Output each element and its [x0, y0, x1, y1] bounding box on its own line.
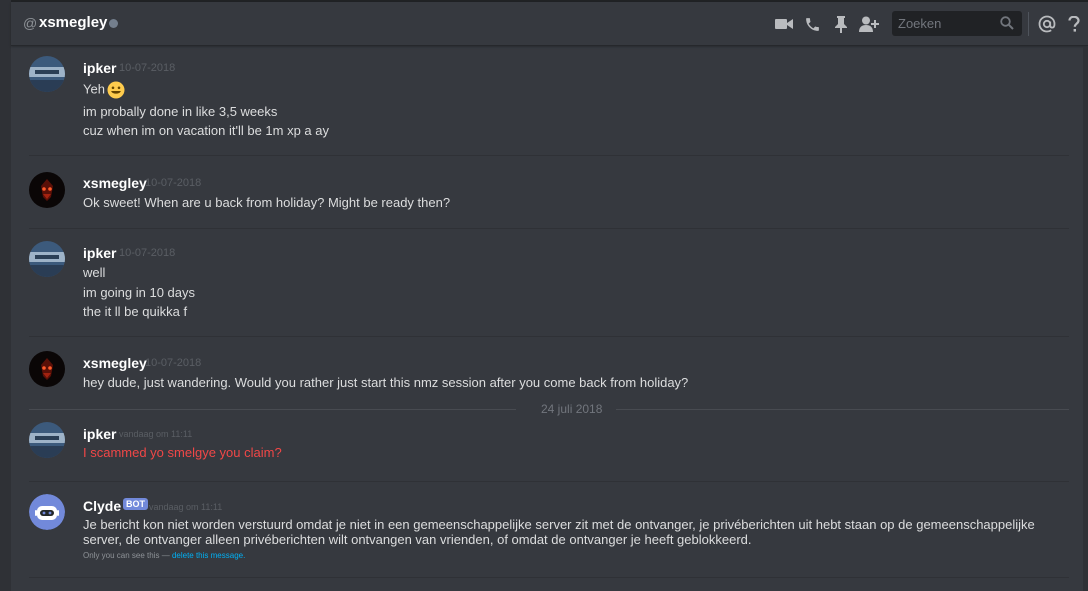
message-text: im probally done in like 3,5 weeks [83, 104, 278, 119]
message-timestamp: 10-07-2018 [145, 357, 202, 369]
message-group: ipker vandaag om 11:11 I scammed yo smel… [11, 417, 1068, 481]
message-author[interactable]: Clyde [83, 498, 121, 514]
add-friend-icon[interactable] [859, 14, 879, 34]
clyde-message-text: Je bericht kon niet worden verstuurd omd… [83, 517, 1035, 547]
clyde-avatar[interactable] [29, 494, 65, 530]
mention-icon[interactable] [1037, 14, 1057, 34]
channel-title: xsmegley [39, 14, 108, 31]
message-group: xsmegley 10-07-2018 hey dude, just wande… [11, 337, 1068, 403]
avatar[interactable] [29, 241, 65, 277]
scrollbar-track[interactable] [1083, 47, 1088, 591]
date-divider: 24 juli 2018 [29, 402, 1069, 416]
search-icon[interactable] [1000, 16, 1014, 35]
message-text: the it ll be quikka f [83, 304, 188, 319]
date-divider-label: 24 juli 2018 [541, 402, 603, 416]
message-group: Clyde BOT vandaag om 11:11 Je bericht ko… [11, 482, 1068, 577]
avatar[interactable] [29, 56, 65, 92]
message-text: well [83, 265, 106, 280]
message-divider [29, 577, 1069, 578]
message-group: ipker 10-07-2018 well im going in 10 day… [11, 229, 1068, 336]
failed-message-text: I scammed yo smelgye you claim? [83, 445, 282, 460]
bot-tag: BOT [123, 498, 148, 510]
message-text: hey dude, just wandering. Would you rath… [83, 375, 689, 390]
message-timestamp: 10-07-2018 [119, 247, 176, 259]
channel-header: @ xsmegley [11, 2, 1088, 46]
avatar[interactable] [29, 422, 65, 458]
message-author[interactable]: ipker [83, 426, 116, 442]
message-author[interactable]: xsmegley [83, 355, 147, 371]
server-sidebar-edge [0, 0, 11, 591]
video-call-icon[interactable] [774, 14, 794, 34]
message-author[interactable]: ipker [83, 245, 116, 261]
delete-message-link[interactable]: delete this message. [172, 551, 245, 560]
message-timestamp: 10-07-2018 [145, 177, 202, 189]
message-timestamp: vandaag om 11:11 [119, 429, 193, 439]
message-timestamp: vandaag om 11:11 [149, 502, 223, 512]
offline-status-icon [109, 19, 118, 28]
message-author[interactable]: xsmegley [83, 175, 147, 191]
message-author[interactable]: ipker [83, 60, 116, 76]
avatar[interactable] [29, 172, 65, 208]
dm-at-icon: @ [23, 15, 38, 31]
voice-call-icon[interactable] [802, 14, 822, 34]
message-timestamp: 10-07-2018 [119, 62, 176, 74]
smiley-emoji-icon[interactable] [107, 81, 125, 99]
help-icon[interactable] [1064, 14, 1084, 34]
message-group: xsmegley 10-07-2018 Ok sweet! When are u… [11, 156, 1068, 228]
message-group: ipker 10-07-2018 Yeh im probally done in… [11, 47, 1068, 155]
search-field[interactable] [892, 11, 1022, 36]
message-text: Ok sweet! When are u back from holiday? … [83, 195, 451, 210]
message-text: im going in 10 days [83, 285, 196, 300]
message-list: ipker 10-07-2018 Yeh im probally done in… [11, 47, 1083, 591]
avatar[interactable] [29, 351, 65, 387]
search-input[interactable] [892, 11, 996, 36]
message-text: cuz when im on vacation it'll be 1m xp a… [83, 123, 329, 138]
ephemeral-notice: Only you can see this — delete this mess… [83, 551, 246, 560]
message-text: Yeh [83, 81, 125, 99]
pin-icon[interactable] [831, 14, 851, 34]
header-divider [1028, 12, 1029, 36]
